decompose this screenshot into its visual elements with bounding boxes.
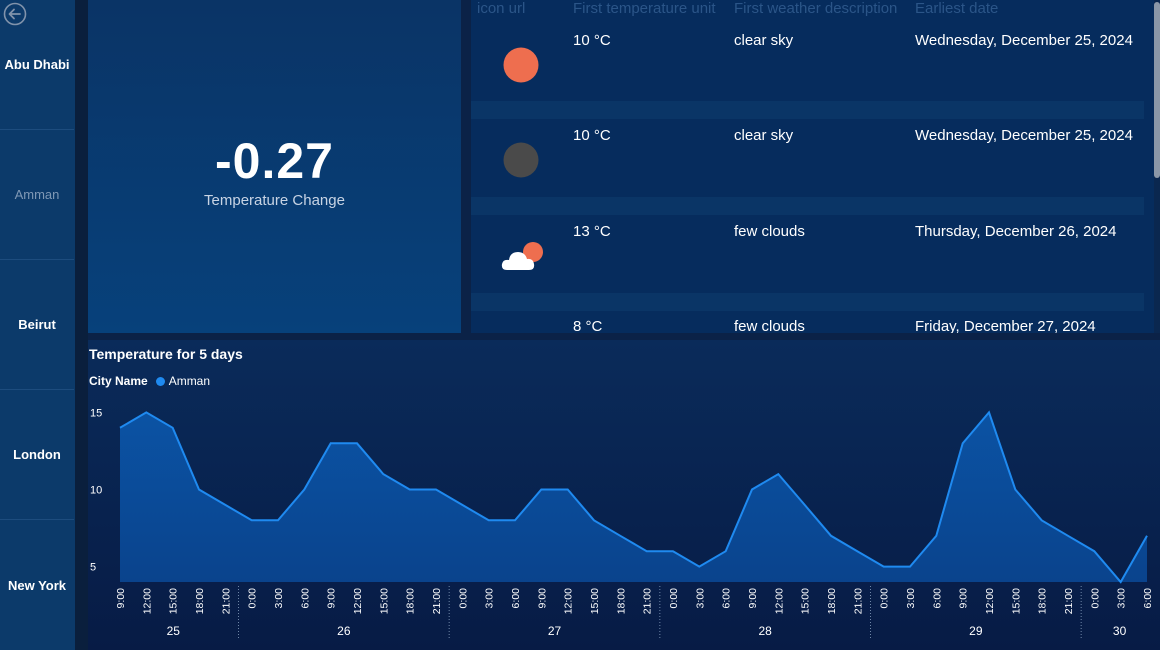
chart-legend: City Name Amman	[89, 374, 210, 388]
x-tick-label: 0:00	[457, 588, 469, 609]
x-tick-label: 12:00	[352, 588, 364, 614]
x-tick-label: 9:00	[326, 588, 338, 609]
description-cell: clear sky	[734, 32, 794, 49]
temperature-cell: 8 °C	[573, 318, 603, 333]
date-cell: Friday, December 27, 2024	[915, 318, 1096, 333]
x-tick-label: 15:00	[168, 588, 180, 614]
day-label: 26	[337, 624, 351, 638]
y-tick-label: 10	[90, 485, 102, 497]
x-tick-label: 18:00	[405, 588, 417, 614]
city-item-new-york[interactable]: New York	[0, 520, 74, 650]
row-separator	[471, 101, 1144, 119]
x-tick-label: 12:00	[984, 588, 996, 614]
x-tick-label: 0:00	[668, 588, 680, 609]
x-tick-label: 9:00	[747, 588, 759, 609]
x-tick-label: 6:00	[1142, 588, 1154, 609]
date-cell: Thursday, December 26, 2024	[915, 223, 1117, 240]
x-tick-label: 15:00	[589, 588, 601, 614]
temperature-cell: 10 °C	[573, 32, 611, 49]
x-tick-label: 15:00	[800, 588, 812, 614]
temperature-area-chart: 5 10 15 9:00 12:00 15:00 18:00 21:00 0:00 3:00 6:0…	[90, 407, 1154, 640]
x-tick-label: 21:00	[642, 588, 654, 614]
day-label: 25	[167, 624, 181, 638]
day-label: 27	[548, 624, 562, 638]
cloud-sun-icon	[501, 242, 543, 270]
city-slicer: Abu Dhabi Amman Beirut London New York	[0, 0, 75, 650]
legend-title: City Name	[89, 374, 148, 388]
y-tick-label: 15	[90, 407, 102, 419]
sidebar-gutter	[75, 0, 88, 650]
x-tick-label: 12:00	[141, 588, 153, 614]
x-tick-label: 0:00	[247, 588, 259, 609]
day-label: 28	[758, 624, 772, 638]
x-tick-label: 15:00	[1010, 588, 1022, 614]
city-item-amman[interactable]: Amman	[0, 130, 74, 260]
description-cell: few clouds	[734, 223, 805, 240]
city-item-abu-dhabi[interactable]: Abu Dhabi	[0, 0, 74, 130]
x-tick-label: 9:00	[536, 588, 548, 609]
table-scrollbar[interactable]	[1154, 0, 1160, 333]
x-tick-label: 0:00	[879, 588, 891, 609]
x-tick-label: 21:00	[220, 588, 232, 614]
x-tick-label: 0:00	[1089, 588, 1101, 609]
column-header-earliest-date[interactable]: Earliest date	[915, 0, 998, 17]
date-cell: Wednesday, December 25, 2024	[915, 127, 1133, 144]
y-tick-label: 5	[90, 562, 96, 574]
column-header-icon-url[interactable]: icon url	[477, 0, 525, 17]
legend-item-amman[interactable]: Amman	[169, 374, 210, 388]
x-tick-label: 3:00	[694, 588, 706, 609]
column-header-weather-description[interactable]: First weather description	[734, 0, 897, 17]
x-tick-label: 6:00	[721, 588, 733, 609]
x-tick-label: 3:00	[273, 588, 285, 609]
day-label: 29	[969, 624, 983, 638]
temperature-cell: 13 °C	[573, 223, 611, 240]
moon-icon	[503, 142, 539, 178]
scrollbar-thumb[interactable]	[1154, 2, 1160, 178]
x-tick-label: 15:00	[378, 588, 390, 614]
row-separator	[471, 293, 1144, 311]
column-header-temperature-unit[interactable]: First temperature unit	[573, 0, 716, 17]
temperature-change-card: -0.27 Temperature Change	[88, 0, 461, 333]
x-tick-label: 18:00	[1037, 588, 1049, 614]
x-tick-label: 3:00	[1116, 588, 1128, 609]
x-tick-label: 21:00	[431, 588, 443, 614]
x-tick-label: 18:00	[826, 588, 838, 614]
x-tick-label: 18:00	[615, 588, 627, 614]
chart-title: Temperature for 5 days	[89, 346, 243, 362]
x-tick-label: 3:00	[484, 588, 496, 609]
x-tick-label: 9:00	[115, 588, 127, 609]
description-cell: clear sky	[734, 127, 794, 144]
x-tick-label: 18:00	[194, 588, 206, 614]
description-cell: few clouds	[734, 318, 805, 333]
row-separator	[471, 197, 1144, 215]
temperature-change-value: -0.27	[215, 133, 334, 189]
temperature-change-label: Temperature Change	[204, 192, 345, 209]
temperature-chart-card: 5 10 15 9:00 12:00 15:00 18:00 21:00 0:00 3:00 6:0…	[88, 340, 1160, 650]
x-tick-label: 6:00	[299, 588, 311, 609]
day-label: 30	[1113, 624, 1127, 638]
weather-table: icon url First temperature unit First we…	[471, 0, 1160, 333]
x-tick-label: 21:00	[852, 588, 864, 614]
date-cell: Wednesday, December 25, 2024	[915, 32, 1133, 49]
x-tick-label: 9:00	[958, 588, 970, 609]
temperature-cell: 10 °C	[573, 127, 611, 144]
x-tick-label: 6:00	[510, 588, 522, 609]
x-tick-label: 21:00	[1063, 588, 1075, 614]
x-tick-label: 12:00	[773, 588, 785, 614]
x-tick-label: 3:00	[905, 588, 917, 609]
sun-icon	[503, 47, 539, 83]
city-item-beirut[interactable]: Beirut	[0, 260, 74, 390]
city-item-london[interactable]: London	[0, 390, 74, 520]
series-area-amman	[120, 412, 1147, 582]
x-tick-label: 6:00	[931, 588, 943, 609]
x-tick-label: 12:00	[563, 588, 575, 614]
legend-marker	[155, 376, 165, 386]
